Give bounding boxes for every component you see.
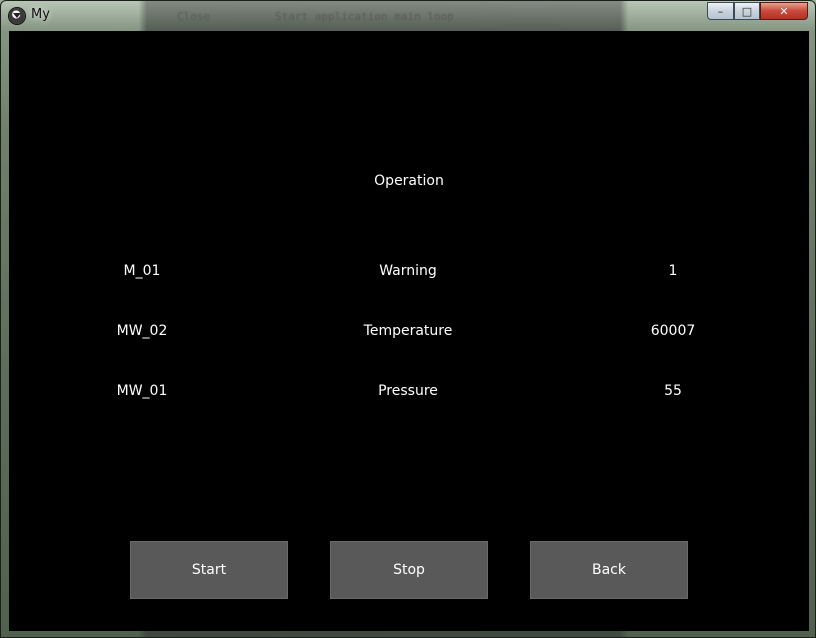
stop-button[interactable]: Stop [330, 541, 488, 599]
app-window: My Close Start application main loop – □… [0, 0, 816, 638]
row-value: 60007 [650, 323, 696, 339]
row-address: MW_01 [116, 383, 168, 399]
background-window-text: Close [177, 10, 211, 23]
window-title: My [31, 7, 50, 22]
row-address: M_01 [123, 263, 161, 279]
title-bar[interactable]: My Close Start application main loop – □… [1, 1, 815, 31]
back-button[interactable]: Back [530, 541, 688, 599]
maximize-icon: □ [741, 4, 753, 18]
screen-heading: Operation [374, 173, 444, 189]
close-button[interactable]: ✕ [760, 2, 808, 20]
start-button[interactable]: Start [130, 541, 288, 599]
close-icon: ✕ [779, 4, 789, 18]
app-icon[interactable] [9, 8, 25, 24]
background-window-text: Start application main loop [275, 10, 454, 23]
row-name: Pressure [378, 383, 438, 399]
minimize-button[interactable]: – [707, 2, 734, 20]
row-value: 1 [668, 263, 678, 279]
row-value: 55 [664, 383, 682, 399]
maximize-button[interactable]: □ [734, 2, 760, 20]
row-name: Temperature [363, 323, 453, 339]
operation-screen: Operation M_01 Warning 1 MW_02 Temperatu… [9, 31, 809, 631]
row-address: MW_02 [116, 323, 168, 339]
row-name: Warning [379, 263, 437, 279]
minimize-icon: – [717, 4, 724, 18]
